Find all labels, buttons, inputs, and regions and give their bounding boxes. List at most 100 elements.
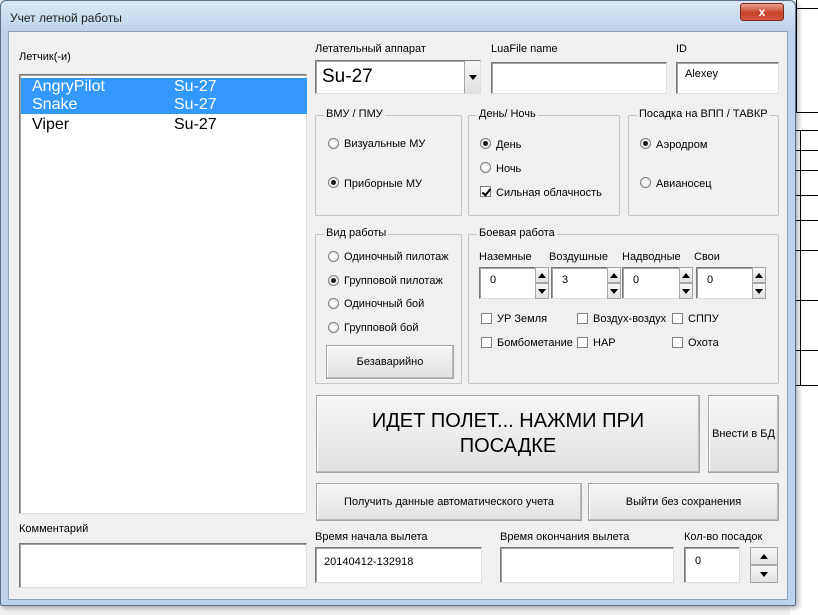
radio-day[interactable] [480, 138, 491, 149]
radio-solo-aerobatics-label: Одиночный пилотаж [344, 251, 449, 263]
submit-db-button[interactable]: Внести в БД [708, 395, 779, 473]
start-time-label: Время начала вылета [315, 531, 428, 543]
accident-free-button[interactable]: Безаварийно [326, 345, 454, 379]
pilots-listbox[interactable]: AngryPilot Su-27 Snake Su-27 Viper Su-27 [19, 74, 307, 514]
checkbox-hunt-label: Охота [688, 337, 719, 349]
radio-group-combat-label: Групповой бой [344, 322, 419, 334]
counter-own-up[interactable] [752, 267, 766, 283]
counter-ground-input[interactable]: 0 [479, 267, 537, 299]
aircraft-label: Летательный аппарат [315, 43, 426, 55]
id-input[interactable]: Alexey [676, 62, 779, 94]
counter-air-value: 3 [562, 274, 569, 286]
aircraft-combobox[interactable]: Su-27 [315, 60, 481, 94]
arrow-down-icon [760, 571, 768, 577]
radio-group-aerobatics[interactable] [328, 275, 339, 286]
radio-solo-combat-label: Одиночный бой [344, 298, 425, 310]
aircraft-value: Su-27 [322, 66, 373, 87]
radio-group-combat[interactable] [328, 322, 339, 333]
list-item[interactable]: AngryPilot Su-27 [21, 78, 307, 96]
radio-solo-aerobatics[interactable] [328, 251, 339, 262]
counter-air-label: Воздушные [549, 251, 608, 263]
checkbox-air-to-air-label: Воздух-воздух [593, 313, 667, 325]
daynight-caption: День/ Ночь [477, 108, 538, 120]
vmu-caption: ВМУ / ПМУ [324, 108, 385, 120]
flight-status-button[interactable]: ИДЕТ ПОЛЕТ... НАЖМИ ПРИ ПОСАДКЕ [316, 395, 700, 473]
pilot-name: Snake [32, 96, 78, 113]
checkbox-nar[interactable] [577, 337, 588, 348]
radio-airfield-label: Аэродром [656, 139, 708, 151]
combobox-dropdown-button[interactable] [464, 61, 480, 93]
checkbox-heavy-clouds[interactable] [480, 186, 491, 197]
checkbox-sppu-label: СППУ [688, 313, 719, 325]
counter-surface-up[interactable] [679, 267, 693, 283]
arrow-down-icon [682, 288, 690, 294]
counter-air-up[interactable] [607, 267, 621, 283]
pilot-aircraft: Su-27 [174, 78, 217, 95]
arrow-down-icon [610, 288, 618, 294]
exit-without-save-button[interactable]: Выйти без сохранения [588, 483, 779, 521]
close-icon: x [758, 5, 766, 19]
counter-surface-input[interactable]: 0 [622, 267, 680, 299]
radio-visual-mu-label: Визуальные МУ [344, 138, 426, 150]
radio-instrument-mu[interactable] [328, 177, 339, 188]
counter-own-value: 0 [707, 274, 714, 286]
landings-input[interactable]: 0 [684, 547, 740, 583]
radio-carrier[interactable] [640, 177, 651, 188]
arrow-down-icon [538, 288, 546, 294]
chevron-down-icon [468, 74, 477, 80]
exit-without-save-button-label: Выйти без сохранения [625, 496, 742, 508]
combat-group: Боевая работа Наземные 0 Воздушные 3 Над… [468, 227, 779, 384]
radio-instrument-mu-label: Приборные МУ [344, 178, 423, 190]
radio-visual-mu[interactable] [328, 138, 339, 149]
checkbox-nar-label: НАР [593, 337, 616, 349]
radio-carrier-label: Авианосец [656, 178, 712, 190]
arrow-up-icon [538, 272, 546, 278]
landing-caption: Посадка на ВПП / ТАВКР [637, 108, 770, 120]
end-time-label: Время окончания вылета [500, 531, 630, 543]
counter-air-input[interactable]: 3 [551, 267, 609, 299]
checkbox-hunt[interactable] [672, 337, 683, 348]
daynight-group: День/ Ночь День Ночь Сильная облачность [468, 108, 620, 216]
counter-air-down[interactable] [607, 283, 621, 299]
end-time-input[interactable] [500, 547, 674, 583]
counter-ground-down[interactable] [535, 283, 549, 299]
radio-airfield[interactable] [640, 138, 651, 149]
title-bar[interactable]: Учет летной работы x [1, 1, 795, 31]
luafile-input[interactable] [491, 62, 667, 94]
counter-own-down[interactable] [752, 283, 766, 299]
worktype-group: Вид работы Одиночный пилотаж Групповой п… [315, 227, 462, 384]
counter-ground-up[interactable] [535, 267, 549, 283]
list-item[interactable]: Snake Su-27 [21, 96, 307, 114]
pilot-name: Viper [32, 116, 70, 133]
counter-own-label: Свои [694, 251, 720, 263]
radio-night[interactable] [480, 162, 491, 173]
arrow-up-icon [755, 272, 763, 278]
checkbox-air-to-air[interactable] [577, 313, 588, 324]
checkbox-heavy-clouds-label: Сильная облачность [496, 187, 602, 199]
checkbox-bombing[interactable] [481, 337, 492, 348]
checkbox-agm[interactable] [481, 313, 492, 324]
id-value: Alexey [685, 68, 719, 80]
counter-surface-label: Надводные [622, 251, 681, 263]
counter-own-input[interactable]: 0 [696, 267, 754, 299]
combat-caption: Боевая работа [477, 227, 557, 239]
arrow-down-icon [755, 288, 763, 294]
start-time-input[interactable]: 20140412-132918 [315, 547, 482, 583]
counter-ground-label: Наземные [479, 251, 532, 263]
form-client-area: Летчик(-и) AngryPilot Su-27 Snake Su-27 … [8, 31, 788, 600]
checkbox-sppu[interactable] [672, 313, 683, 324]
list-item[interactable]: Viper Su-27 [21, 116, 307, 134]
landings-label: Кол-во посадок [684, 531, 763, 543]
luafile-label: LuaFile name [491, 43, 558, 55]
auto-data-button[interactable]: Получить данные автоматического учета [316, 483, 582, 521]
landings-up[interactable] [750, 547, 778, 565]
comment-label: Комментарий [19, 523, 89, 535]
radio-solo-combat[interactable] [328, 298, 339, 309]
landing-group: Посадка на ВПП / ТАВКР Аэродром Авианосе… [628, 108, 779, 216]
counter-surface-down[interactable] [679, 283, 693, 299]
landings-value: 0 [695, 555, 702, 567]
window-title: Учет летной работы [10, 11, 122, 25]
comment-textarea[interactable] [19, 543, 307, 588]
close-button[interactable]: x [740, 3, 784, 21]
landings-down[interactable] [750, 565, 778, 583]
